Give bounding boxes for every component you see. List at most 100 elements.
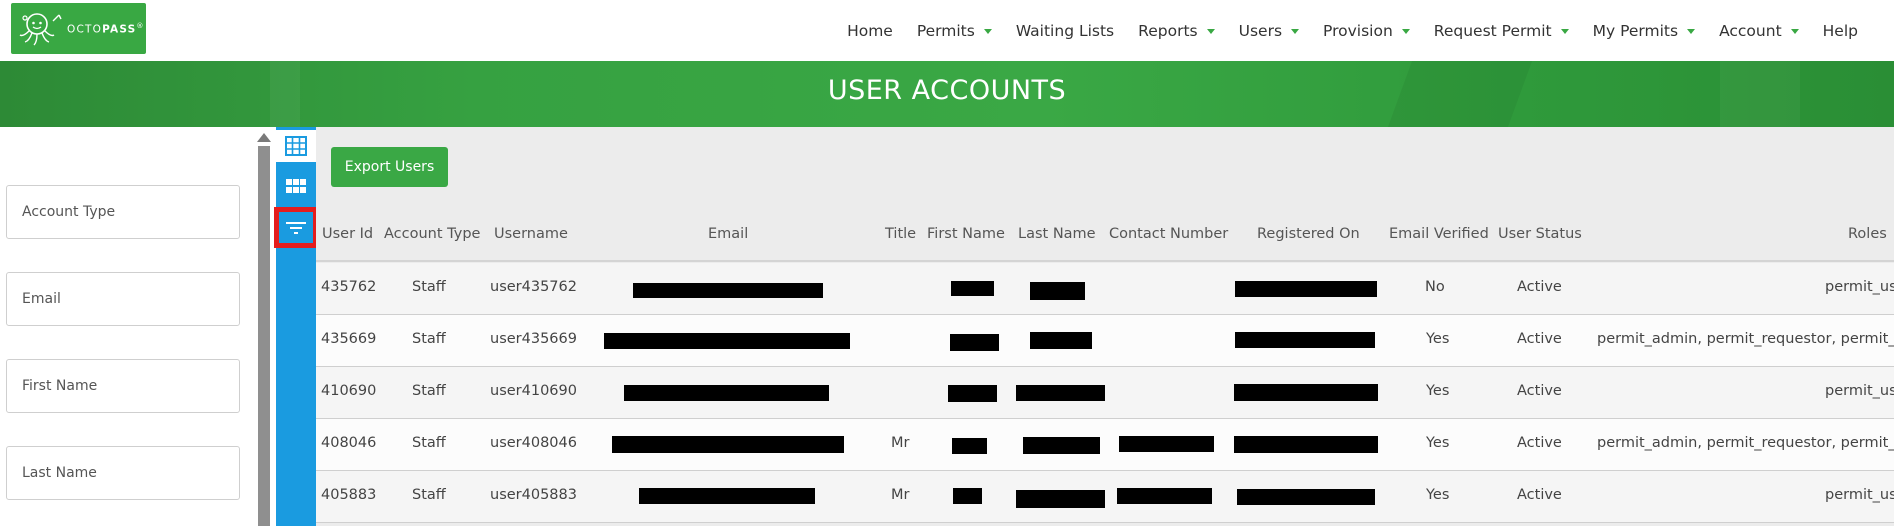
column-header-user-status[interactable]: User Status	[1498, 226, 1582, 242]
nav-provision[interactable]: Provision	[1323, 22, 1410, 40]
grid-view-button[interactable]	[276, 130, 316, 162]
cell-user-status: Active	[1517, 435, 1562, 451]
cell-account-type: Staff	[412, 331, 446, 347]
logo-text-bold: PASS	[102, 23, 137, 36]
cell-title: Mr	[891, 435, 910, 451]
chevron-down-icon	[1291, 28, 1300, 34]
export-users-button[interactable]: Export Users	[331, 147, 448, 187]
first-name-filter[interactable]: First Name	[6, 359, 240, 413]
octopass-logo[interactable]: OCTOPASS®	[11, 3, 146, 54]
main-menu: Home Permits Waiting Lists Reports Users…	[823, 0, 1858, 61]
scroll-up-arrow-icon[interactable]	[257, 133, 271, 142]
redacted-contact-number	[1117, 488, 1212, 504]
column-header-roles[interactable]: Roles	[1848, 226, 1887, 242]
filter-toggle-button[interactable]	[274, 207, 318, 248]
redacted-last-name	[1030, 332, 1092, 349]
cell-roles: permit_admin, permit_requestor, permit_u…	[1597, 331, 1894, 347]
redacted-registered-on	[1234, 436, 1378, 453]
cell-account-type: Staff	[412, 383, 446, 399]
last-name-filter[interactable]: Last Name	[6, 446, 240, 500]
cell-account-type: Staff	[412, 279, 446, 295]
nav-my-permits-label: My Permits	[1592, 21, 1679, 40]
nav-home-label: Home	[847, 21, 893, 40]
cell-user-status: Active	[1517, 487, 1562, 503]
cell-account-type: Staff	[412, 487, 446, 503]
top-navigation: OCTOPASS® Home Permits Waiting Lists Rep…	[0, 0, 1894, 61]
table-row[interactable]: 405883 Staff user405883 Mr Yes Active pe…	[316, 471, 1894, 523]
column-header-first-name[interactable]: First Name	[927, 226, 1005, 242]
cell-email-verified: Yes	[1426, 435, 1450, 451]
columns-view-button[interactable]	[276, 169, 316, 203]
nav-my-permits[interactable]: My Permits	[1592, 21, 1696, 40]
cell-email-verified: No	[1425, 279, 1445, 295]
page-banner: USER ACCOUNTS	[0, 61, 1894, 127]
redacted-email	[612, 436, 844, 453]
table-row[interactable]: 408046 Staff user408046 Mr Yes Active pe…	[316, 419, 1894, 471]
cell-roles: permit_us	[1825, 487, 1894, 503]
filter-panel-scrollbar[interactable]	[258, 146, 270, 526]
user-accounts-table: User Id Account Type Username Email Titl…	[316, 208, 1894, 526]
chevron-down-icon	[1560, 28, 1569, 34]
cell-user-id: 435669	[321, 331, 377, 347]
cell-roles: permit_us	[1825, 383, 1894, 399]
chevron-down-icon	[983, 28, 992, 34]
nav-waiting-lists[interactable]: Waiting Lists	[1016, 22, 1114, 40]
redacted-email	[604, 333, 850, 349]
column-header-username[interactable]: Username	[494, 226, 568, 242]
table-header: User Id Account Type Username Email Titl…	[316, 208, 1894, 262]
redacted-first-name	[951, 281, 994, 296]
redacted-last-name	[1016, 385, 1105, 401]
account-type-filter[interactable]: Account Type	[6, 185, 240, 239]
column-header-contact-number[interactable]: Contact Number	[1109, 226, 1228, 242]
nav-help[interactable]: Help	[1823, 22, 1858, 40]
logo-registered-mark: ®	[136, 21, 145, 30]
nav-home[interactable]: Home	[847, 22, 893, 40]
nav-account-label: Account	[1719, 21, 1782, 40]
cell-roles: permit_admin, permit_requestor, permit_u…	[1597, 435, 1894, 451]
nav-users[interactable]: Users	[1238, 21, 1300, 40]
cell-username: user408046	[490, 435, 577, 451]
nav-request-permit-label: Request Permit	[1433, 21, 1552, 40]
column-header-title[interactable]: Title	[885, 226, 916, 242]
redacted-first-name	[948, 385, 997, 402]
nav-provision-label: Provision	[1323, 21, 1393, 40]
redacted-registered-on	[1234, 384, 1378, 401]
redacted-email	[624, 385, 829, 401]
redacted-last-name	[1016, 490, 1105, 508]
redacted-last-name	[1023, 437, 1100, 454]
redacted-registered-on	[1237, 489, 1375, 505]
cell-user-id: 405883	[321, 487, 377, 503]
cell-user-id: 408046	[321, 435, 377, 451]
table-row[interactable]: 410690 Staff user410690 Yes Active permi…	[316, 367, 1894, 419]
column-header-registered-on[interactable]: Registered On	[1257, 226, 1360, 242]
column-header-user-id[interactable]: User Id	[322, 226, 373, 242]
nav-request-permit[interactable]: Request Permit	[1434, 22, 1569, 40]
chevron-down-icon	[1401, 28, 1410, 34]
column-header-email-verified[interactable]: Email Verified	[1389, 226, 1489, 242]
cell-user-status: Active	[1517, 383, 1562, 399]
page-title: USER ACCOUNTS	[827, 75, 1067, 106]
redacted-registered-on	[1235, 281, 1377, 297]
column-header-account-type[interactable]: Account Type	[384, 226, 480, 242]
redacted-contact-number	[1119, 436, 1214, 452]
column-header-email[interactable]: Email	[708, 226, 748, 242]
nav-reports[interactable]: Reports	[1138, 22, 1215, 40]
grid-icon	[285, 136, 307, 156]
cell-user-id: 410690	[321, 383, 377, 399]
nav-users-label: Users	[1238, 21, 1283, 40]
nav-account[interactable]: Account	[1719, 22, 1799, 40]
nav-permits[interactable]: Permits	[917, 22, 992, 40]
cell-email-verified: Yes	[1426, 331, 1450, 347]
table-row[interactable]: 435762 Staff user435762 No Active permit…	[316, 263, 1894, 315]
nav-waiting-lists-label: Waiting Lists	[1015, 21, 1115, 40]
redacted-first-name	[952, 438, 987, 454]
cell-user-status: Active	[1517, 331, 1562, 347]
nav-help-label: Help	[1822, 21, 1858, 40]
table-row[interactable]: 435669 Staff user435669 Yes Active permi…	[316, 315, 1894, 367]
cell-email-verified: Yes	[1426, 383, 1450, 399]
cell-account-type: Staff	[412, 435, 446, 451]
cell-roles: permit_us	[1825, 279, 1894, 295]
redacted-first-name	[953, 488, 982, 504]
email-filter[interactable]: Email	[6, 272, 240, 326]
column-header-last-name[interactable]: Last Name	[1018, 226, 1096, 242]
